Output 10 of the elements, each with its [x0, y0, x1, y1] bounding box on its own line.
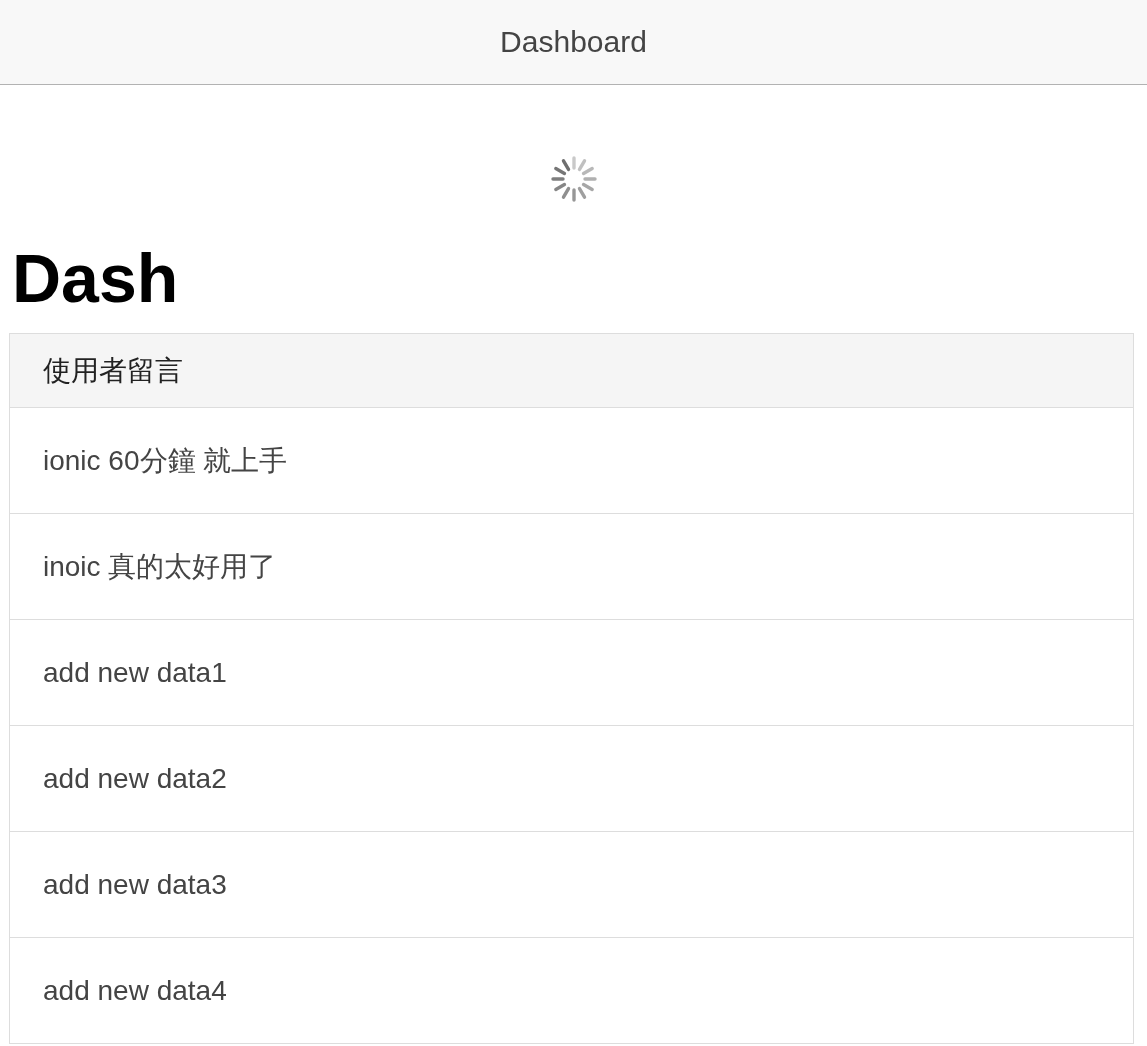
spinner-icon: [550, 156, 597, 202]
list-item[interactable]: add new data2: [9, 726, 1134, 832]
page-heading: Dash: [12, 238, 180, 318]
list-item[interactable]: add new data1: [9, 620, 1134, 726]
list-item[interactable]: ionic 60分鐘 就上手: [9, 408, 1134, 514]
page-title: Dashboard: [500, 25, 647, 59]
list-item[interactable]: add new data3: [9, 832, 1134, 938]
list-item[interactable]: add new data4: [9, 938, 1134, 1044]
list-item[interactable]: inoic 真的太好用了: [9, 514, 1134, 620]
list-header-text: 使用者留言: [43, 353, 183, 388]
